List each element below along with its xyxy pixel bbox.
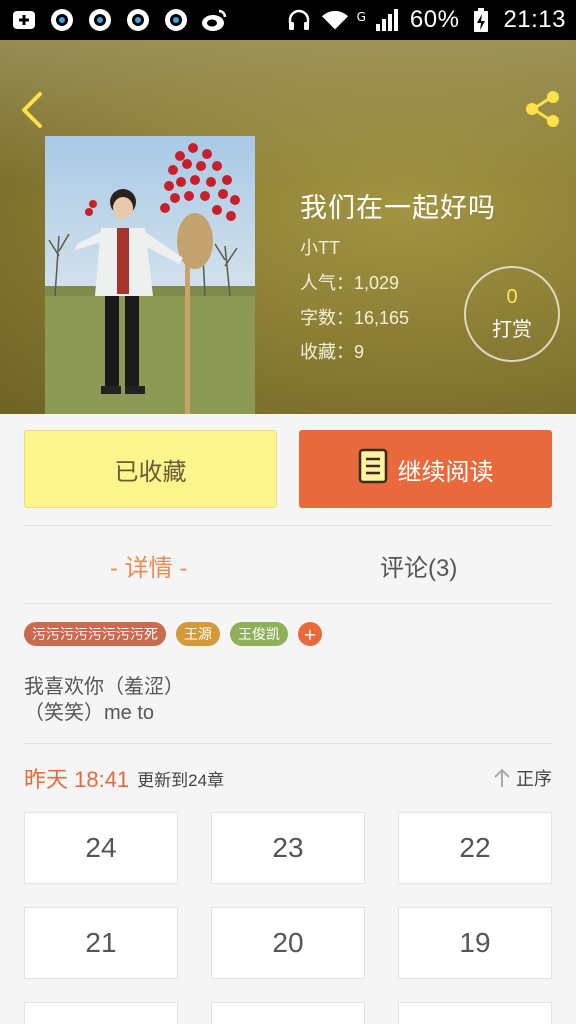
status-bar: G 60% 21:13 [0, 0, 576, 40]
add-notification-icon [10, 6, 38, 34]
qq-icon [124, 6, 152, 34]
tab-detail[interactable]: - 详情 - [110, 548, 187, 583]
book-header: 我们在一起好吗 小TT 人气：1,029 字数：16,165 收藏：9 0 打赏 [0, 40, 576, 414]
qq-icon [48, 6, 76, 34]
tag[interactable]: 王俊凯 [230, 622, 288, 646]
description-line: 我喜欢你（羞涩） [24, 676, 184, 698]
wifi-icon [321, 6, 349, 34]
chapter-button[interactable] [24, 1002, 178, 1024]
qq-icon [86, 6, 114, 34]
qq-icon [162, 6, 190, 34]
chapter-button[interactable]: 20 [211, 907, 365, 979]
add-tag-button[interactable]: + [298, 622, 322, 646]
chapter-button[interactable]: 21 [24, 907, 178, 979]
book-icon [358, 448, 388, 491]
share-button[interactable] [522, 88, 564, 130]
tab-bar: - 详情 - 评论(3) [0, 528, 576, 604]
continue-reading-button[interactable]: 继续阅读 [299, 430, 552, 508]
reward-count: 0 [506, 286, 518, 308]
continue-reading-label: 继续阅读 [397, 458, 494, 486]
arrow-up-icon [494, 768, 510, 787]
chapter-button[interactable]: 24 [24, 812, 178, 884]
network-type: G [356, 10, 366, 24]
sort-order-label: 正序 [516, 769, 552, 789]
favorites-stat: 收藏：9 [300, 342, 365, 362]
description-line: （笑笑）me to [24, 702, 155, 724]
sort-order-button[interactable]: 正序 [492, 765, 552, 791]
tag[interactable]: 污污污污污污污污死 [24, 622, 166, 646]
tag-list: 污污污污污污污污死 王源 王俊凯 + [24, 622, 322, 646]
reward-button[interactable]: 0 打赏 [464, 266, 560, 362]
chapter-button[interactable]: 23 [211, 812, 365, 884]
battery-percent: 60% [409, 6, 460, 33]
chapter-button[interactable]: 22 [398, 812, 552, 884]
book-cover-image[interactable] [45, 136, 255, 414]
reward-label: 打赏 [492, 319, 532, 341]
book-description: 我喜欢你（羞涩） （笑笑）me to [24, 674, 184, 726]
tab-comments[interactable]: 评论(3) [380, 548, 457, 583]
chevron-left-icon [22, 92, 42, 128]
update-time: 昨天 18:41 [24, 767, 130, 792]
word-count-stat: 字数：16,165 [300, 308, 410, 328]
favorited-label: 已收藏 [114, 458, 187, 486]
weibo-icon [200, 6, 228, 34]
share-icon [526, 91, 559, 127]
battery-charging-icon [467, 6, 495, 34]
update-text: 更新到24章 [137, 770, 225, 790]
chapter-button[interactable] [398, 1002, 552, 1024]
author-name[interactable]: 小TT [300, 234, 340, 260]
book-title: 我们在一起好吗 [300, 193, 496, 223]
divider [24, 525, 552, 526]
headphones-icon [285, 6, 313, 34]
chapter-button[interactable] [211, 1002, 365, 1024]
popularity-stat: 人气：1,029 [300, 273, 400, 293]
chapter-button[interactable]: 19 [398, 907, 552, 979]
back-button[interactable] [14, 90, 50, 130]
update-info: 昨天 18:41 更新到24章 正序 [24, 762, 552, 794]
favorited-button[interactable]: 已收藏 [24, 430, 277, 508]
clock: 21:13 [503, 6, 566, 33]
tag[interactable]: 王源 [176, 622, 220, 646]
divider [24, 603, 552, 604]
divider [24, 743, 552, 744]
signal-icon [374, 6, 402, 34]
